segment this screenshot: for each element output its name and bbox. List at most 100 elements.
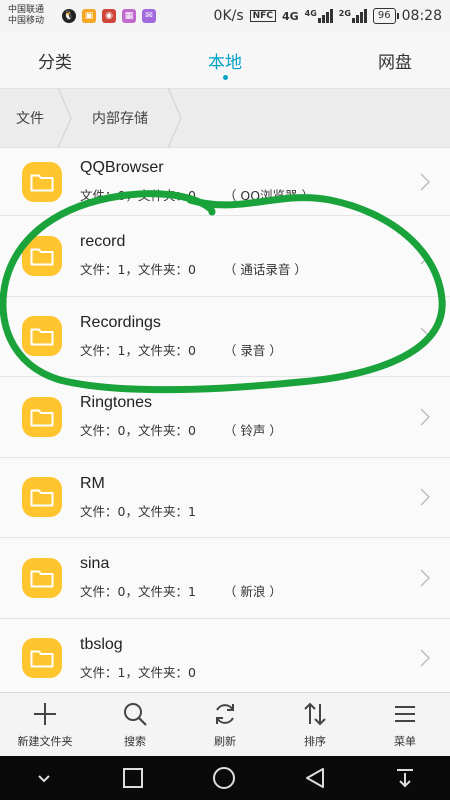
gallery-app-icon: ▦	[122, 9, 136, 23]
list-item[interactable]: record 文件：1，文件夹：0 （ 通话录音 ）	[0, 216, 450, 297]
breadcrumb-files-label: 文件	[16, 111, 44, 127]
refresh-button[interactable]: 刷新	[180, 693, 270, 756]
folder-meta: 文件：1，文件夹：0 （ 录音 ）	[80, 340, 282, 359]
active-tab-indicator	[222, 74, 228, 80]
folder-alias: （ 通话录音 ）	[223, 262, 307, 278]
folder-meta: 文件：0，文件夹：1	[80, 501, 196, 520]
folder-icon	[22, 316, 62, 357]
chevron-right-icon	[420, 408, 430, 426]
signal-icon: 4G	[305, 9, 333, 23]
folder-icon	[22, 638, 62, 679]
new-folder-label: 新建文件夹	[17, 734, 73, 748]
folder-icon	[22, 235, 62, 276]
list-item[interactable]: QQBrowser 文件：0，文件夹：0 （ QQ浏览器 ）	[0, 148, 450, 216]
notification-icons: 🐧 ▣ ◉ ▦ ✉	[62, 9, 156, 23]
search-icon	[124, 702, 147, 726]
chevron-right-icon	[420, 488, 430, 506]
folder-alias: （ 新浪 ）	[223, 584, 282, 600]
folder-icon	[22, 557, 62, 598]
list-item-text: Recordings 文件：1，文件夹：0 （ 录音 ）	[80, 314, 282, 359]
notification-pulldown-icon[interactable]	[394, 767, 416, 789]
menu-label: 菜单	[394, 734, 416, 748]
folder-alias: （ 录音 ）	[223, 342, 282, 358]
folder-counts: 文件：0，文件夹：0	[80, 423, 196, 439]
status-right: 0K/s NFC 4G 4G 2G 96 08:28	[214, 8, 442, 24]
breadcrumb-files[interactable]: 文件	[0, 88, 72, 148]
system-nav-bar	[0, 756, 450, 800]
clock: 08:28	[401, 8, 442, 24]
breadcrumb-internal-storage[interactable]: 内部存储	[72, 88, 182, 148]
hide-nav-icon[interactable]	[34, 768, 54, 788]
qq-icon: 🐧	[62, 9, 76, 23]
new-folder-button[interactable]: 新建文件夹	[0, 693, 90, 756]
menu-icon	[395, 705, 415, 722]
net-speed: 0K/s	[213, 8, 244, 24]
folder-counts: 文件：1，文件夹：0	[80, 262, 196, 278]
signal-icon-2: 2G	[339, 9, 367, 23]
tab-cloud[interactable]: 网盘	[287, 48, 450, 73]
breadcrumb-chevron-icon	[168, 88, 182, 148]
tab-category[interactable]: 分类	[0, 48, 163, 73]
list-item[interactable]: sina 文件：0，文件夹：1 （ 新浪 ）	[0, 538, 450, 619]
breadcrumb-storage-label: 内部存储	[92, 111, 148, 127]
file-manager-screen: 中国联通 中国移动 🐧 ▣ ◉ ▦ ✉ 0K/s NFC 4G 4G 2G 96…	[0, 0, 450, 800]
chevron-right-icon	[420, 247, 430, 265]
back-icon[interactable]	[304, 767, 326, 789]
nfc-icon: NFC	[249, 10, 276, 22]
chevron-right-icon	[420, 649, 430, 667]
folder-name: tbslog	[80, 635, 123, 653]
recent-apps-icon[interactable]	[122, 767, 144, 789]
folder-meta: 文件：0，文件夹：0 （ QQ浏览器 ）	[80, 185, 314, 204]
list-item-text: sina 文件：0，文件夹：1 （ 新浪 ）	[80, 555, 282, 600]
folder-counts: 文件：0，文件夹：0	[80, 188, 196, 203]
refresh-icon	[216, 703, 234, 724]
list-item[interactable]: Recordings 文件：1，文件夹：0 （ 录音 ）	[0, 297, 450, 377]
sort-icon	[304, 702, 326, 725]
list-item[interactable]: RM 文件：0，文件夹：1	[0, 458, 450, 538]
search-button[interactable]: 搜索	[90, 693, 180, 756]
folder-name: Recordings	[80, 313, 161, 331]
folder-name: record	[80, 233, 126, 251]
folder-meta: 文件：1，文件夹：0 （ 通话录音 ）	[80, 259, 307, 278]
top-tabs: 分类 本地 网盘	[0, 32, 450, 88]
list-item-text: QQBrowser 文件：0，文件夹：0 （ QQ浏览器 ）	[80, 159, 314, 204]
chevron-right-icon	[420, 569, 430, 587]
list-item-text: RM 文件：0，文件夹：1	[80, 475, 196, 520]
camera-app-icon: ◉	[102, 9, 116, 23]
folder-counts: 文件：0，文件夹：1	[80, 584, 196, 600]
network-4g-label: 4G	[281, 9, 299, 23]
folder-counts: 文件：0，文件夹：1	[80, 503, 196, 519]
refresh-label: 刷新	[214, 734, 236, 748]
folder-alias: （ QQ浏览器 ）	[223, 188, 315, 203]
folder-icon	[22, 396, 62, 437]
folder-meta: 文件：0，文件夹：0 （ 铃声 ）	[80, 420, 282, 439]
folder-name: Ringtones	[80, 394, 153, 412]
carrier-2: 中国移动	[8, 16, 45, 26]
bottom-toolbar: 新建文件夹 搜索 刷新 排序 菜单	[0, 692, 450, 756]
list-item-text: tbslog 文件：1，文件夹：0	[80, 636, 196, 681]
status-bar: 中国联通 中国移动 🐧 ▣ ◉ ▦ ✉ 0K/s NFC 4G 4G 2G 96…	[0, 0, 450, 32]
search-label: 搜索	[124, 734, 146, 748]
folder-alias: （ 铃声 ）	[223, 423, 282, 439]
home-icon[interactable]	[212, 766, 236, 790]
folder-counts: 文件：1，文件夹：0	[80, 342, 196, 358]
list-item-text: record 文件：1，文件夹：0 （ 通话录音 ）	[80, 233, 307, 278]
chevron-right-icon	[420, 172, 430, 191]
sort-button[interactable]: 排序	[270, 693, 360, 756]
folder-name: QQBrowser	[80, 159, 164, 176]
breadcrumb: 文件 内部存储	[0, 88, 450, 148]
breadcrumb-chevron-icon	[58, 88, 72, 148]
battery-icon: 96	[372, 8, 399, 24]
folder-counts: 文件：1，文件夹：0	[80, 664, 196, 680]
folder-name: sina	[80, 555, 110, 573]
folder-meta: 文件：0，文件夹：1 （ 新浪 ）	[80, 581, 282, 600]
list-item[interactable]: tbslog 文件：1，文件夹：0	[0, 619, 450, 693]
sort-label: 排序	[304, 734, 326, 748]
tab-local-label: 本地	[208, 52, 242, 73]
tab-local[interactable]: 本地	[163, 48, 288, 80]
menu-button[interactable]: 菜单	[360, 693, 450, 756]
carrier-names: 中国联通 中国移动	[8, 5, 58, 27]
list-item[interactable]: Ringtones 文件：0，文件夹：0 （ 铃声 ）	[0, 377, 450, 458]
folder-icon	[22, 161, 62, 202]
file-list: QQBrowser 文件：0，文件夹：0 （ QQ浏览器 ） record 文件：1，…	[0, 148, 450, 692]
